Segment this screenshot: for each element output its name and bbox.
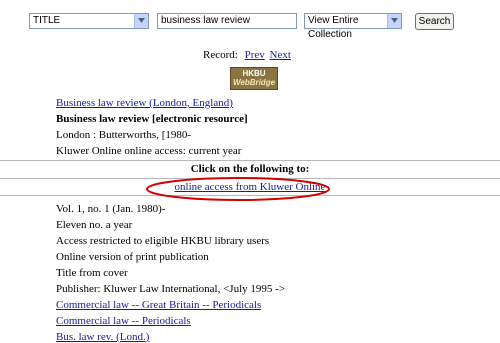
detail-line: Eleven no. a year <box>56 219 133 231</box>
record-label: Record: <box>203 49 238 61</box>
record-publisher: London : Butterworths, [1980- <box>56 129 192 141</box>
detail-line: Online version of print publication <box>56 251 209 263</box>
search-field-select-value: TITLE <box>33 15 61 26</box>
subject-link[interactable]: Commercial law -- Great Britain -- Perio… <box>56 299 261 311</box>
search-field-select[interactable]: TITLE <box>29 13 149 29</box>
next-link[interactable]: Next <box>270 49 291 61</box>
prev-link[interactable]: Prev <box>245 49 265 61</box>
click-header: Click on the following to: <box>190 163 310 175</box>
subject-link[interactable]: Commercial law -- Periodicals <box>56 315 191 327</box>
detail-line: Access restricted to eligible HKBU libra… <box>56 235 270 247</box>
record-title: Business law review [electronic resource… <box>56 113 248 125</box>
detail-line: Vol. 1, no. 1 (Jan. 1980)- <box>56 203 166 215</box>
logo-line1: HKBU <box>242 69 266 78</box>
search-input-value: business law review <box>161 15 250 26</box>
chevron-down-icon[interactable] <box>387 14 401 28</box>
search-input[interactable]: business law review <box>157 13 297 29</box>
webbridge-logo[interactable]: HKBU WebBridge <box>230 67 278 90</box>
series-link[interactable]: Business law review (London, England) <box>56 97 233 109</box>
search-button-label: Search <box>418 16 451 27</box>
detail-line: Publisher: Kluwer Law International, <Ju… <box>56 283 286 295</box>
search-button[interactable]: Search <box>415 13 454 30</box>
chevron-down-icon[interactable] <box>134 14 148 28</box>
search-scope-select[interactable]: View Entire Collection <box>304 13 402 40</box>
logo-line2: WebBridge <box>232 78 276 87</box>
abbrev-link[interactable]: Bus. law rev. (Lond.) <box>56 331 149 343</box>
divider-top <box>0 160 500 161</box>
detail-line: Title from cover <box>56 267 128 279</box>
record-nav: Record: Prev Next <box>203 49 291 61</box>
record-access: Kluwer Online online access: current yea… <box>56 145 242 157</box>
highlight-oval <box>146 177 330 201</box>
search-scope-select-value: View Entire Collection <box>308 15 359 40</box>
